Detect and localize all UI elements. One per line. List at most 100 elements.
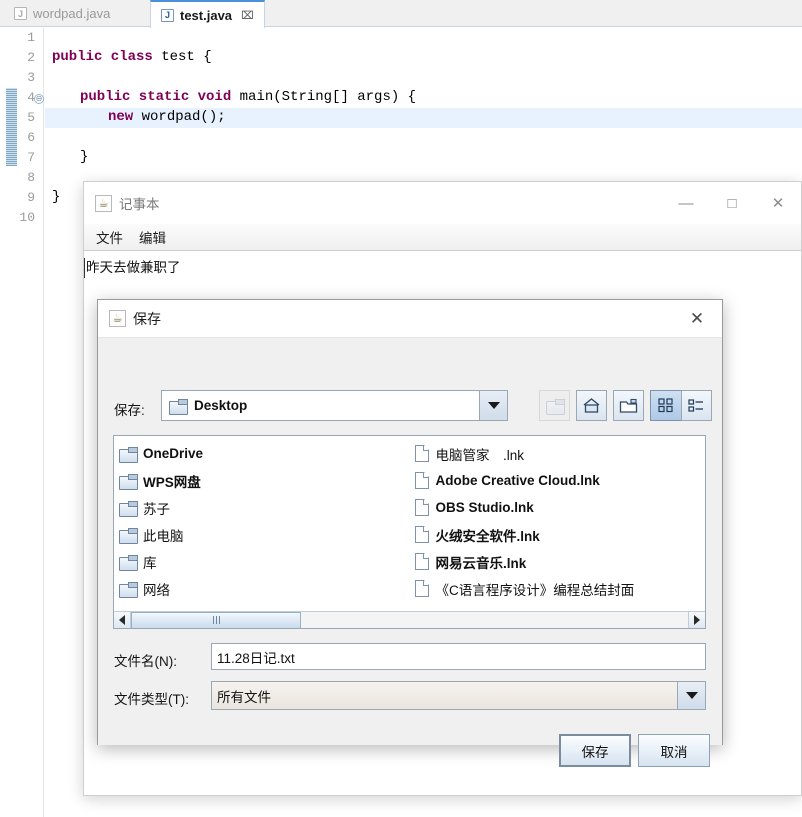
list-view-icon bbox=[688, 399, 703, 412]
editor-tabbar: J wordpad.java J test.java ⌧ bbox=[0, 0, 802, 28]
notepad-menubar: 文件 编辑 bbox=[84, 224, 801, 251]
item-label: OBS Studio.lnk bbox=[435, 500, 534, 515]
grid-view-button[interactable] bbox=[650, 390, 681, 421]
filename-label: 文件名(N): bbox=[114, 654, 177, 669]
home-icon bbox=[583, 398, 600, 413]
list-item[interactable]: 电脑管家 .lnk bbox=[410, 440, 706, 467]
line-number: 9 bbox=[27, 190, 35, 205]
code-line-2: public class test { bbox=[52, 49, 212, 65]
code-text: main(String[] args) { bbox=[231, 89, 417, 105]
editor-tab-test[interactable]: J test.java ⌧ bbox=[150, 0, 265, 28]
line-number: 6 bbox=[27, 130, 35, 145]
scrollbar-track[interactable] bbox=[131, 611, 688, 628]
item-label: Adobe Creative Cloud.lnk bbox=[435, 473, 600, 488]
folder-icon bbox=[169, 398, 188, 415]
list-item[interactable]: 苏子 bbox=[114, 494, 410, 521]
list-view-button[interactable] bbox=[681, 390, 712, 421]
horizontal-scrollbar[interactable] bbox=[114, 611, 705, 628]
maximize-icon[interactable]: □ bbox=[709, 182, 755, 224]
list-item[interactable]: OBS Studio.lnk bbox=[410, 494, 706, 521]
file-icon bbox=[414, 445, 429, 462]
list-item[interactable]: Adobe Creative Cloud.lnk bbox=[410, 467, 706, 494]
folder-icon bbox=[119, 527, 138, 544]
code-keyword: public static void bbox=[80, 89, 232, 105]
file-list-columns: OneDrive WPS网盘 苏子 此电脑 库 网络 电脑管家 .lnk Ado… bbox=[114, 436, 705, 602]
menu-item-edit[interactable]: 编辑 bbox=[139, 227, 166, 247]
editor-gutter: 1 2 3 4 5 6 7 8 9 10 ⊖ bbox=[0, 28, 44, 817]
close-icon[interactable]: ✕ bbox=[680, 300, 714, 338]
list-item[interactable]: 库 bbox=[114, 548, 410, 575]
file-list-panel[interactable]: OneDrive WPS网盘 苏子 此电脑 库 网络 电脑管家 .lnk Ado… bbox=[113, 435, 706, 629]
notepad-text-content: 昨天去做兼职了 bbox=[84, 258, 181, 278]
folder-combobox-value: Desktop bbox=[162, 398, 248, 415]
new-folder-icon bbox=[619, 398, 638, 413]
close-icon[interactable]: ✕ bbox=[755, 182, 801, 224]
save-dialog-titlebar[interactable]: ☕ 保存 ✕ bbox=[98, 300, 722, 338]
list-item[interactable]: WPS网盘 bbox=[114, 467, 410, 494]
line-number: 1 bbox=[27, 30, 35, 45]
java-file-icon: J bbox=[161, 8, 174, 22]
file-icon bbox=[414, 472, 429, 489]
chevron-down-icon[interactable] bbox=[677, 682, 705, 709]
menu-item-file[interactable]: 文件 bbox=[96, 227, 123, 247]
save-dialog[interactable]: ☕ 保存 ✕ 保存: Desktop OneDrive WPS网盘 苏子 此电脑… bbox=[97, 299, 723, 767]
filename-value: 11.28日记.txt bbox=[217, 650, 295, 666]
filename-input[interactable]: 11.28日记.txt bbox=[211, 643, 706, 670]
chevron-down-icon[interactable] bbox=[479, 391, 507, 420]
item-label: 电脑管家 .lnk bbox=[435, 447, 525, 463]
code-line-7: } bbox=[80, 149, 88, 165]
code-keyword: new bbox=[108, 109, 134, 125]
code-line-5: new wordpad(); bbox=[108, 109, 226, 125]
java-app-icon: ☕ bbox=[109, 310, 126, 327]
scroll-left-icon[interactable] bbox=[114, 611, 131, 628]
window-title: 记事本 bbox=[119, 197, 160, 212]
code-text: test { bbox=[152, 49, 212, 65]
save-button-label: 保存 bbox=[581, 744, 609, 760]
new-folder-button[interactable] bbox=[613, 390, 644, 421]
list-item[interactable]: OneDrive bbox=[114, 440, 410, 467]
save-dialog-content: 保存: Desktop OneDrive WPS网盘 苏子 此电脑 库 网络 电… bbox=[98, 338, 722, 767]
file-list-column-folders: OneDrive WPS网盘 苏子 此电脑 库 网络 bbox=[114, 440, 410, 602]
filetype-label: 文件类型(T): bbox=[114, 692, 189, 707]
filetype-combobox[interactable]: 所有文件 bbox=[211, 681, 706, 710]
line-number: 3 bbox=[27, 70, 35, 85]
editor-tab-label: test.java bbox=[180, 7, 233, 23]
folder-name: Desktop bbox=[194, 398, 248, 413]
code-line-4: public static void main(String[] args) { bbox=[80, 89, 416, 105]
item-label: 库 bbox=[143, 555, 157, 571]
scroll-right-icon[interactable] bbox=[688, 611, 705, 628]
line-number: 2 bbox=[27, 50, 35, 65]
list-item[interactable]: 火绒安全软件.lnk bbox=[410, 521, 706, 548]
file-icon bbox=[414, 499, 429, 516]
cancel-button[interactable]: 取消 bbox=[638, 734, 710, 767]
list-item[interactable]: 此电脑 bbox=[114, 521, 410, 548]
editor-tab-wordpad[interactable]: J wordpad.java bbox=[4, 0, 120, 27]
line-number: 8 bbox=[27, 170, 35, 185]
code-fold-icon[interactable]: ⊖ bbox=[34, 94, 44, 104]
file-icon bbox=[414, 526, 429, 543]
notepad-titlebar[interactable]: ☕ 记事本 — □ ✕ bbox=[84, 182, 801, 224]
file-list-column-files: 电脑管家 .lnk Adobe Creative Cloud.lnk OBS S… bbox=[410, 440, 706, 602]
folder-icon bbox=[119, 581, 138, 598]
up-folder-button[interactable] bbox=[539, 390, 570, 421]
list-item[interactable]: 网络 bbox=[114, 575, 410, 602]
home-button[interactable] bbox=[576, 390, 607, 421]
file-icon bbox=[414, 580, 429, 597]
item-label: 《C语言程序设计》编程总结封面 bbox=[435, 582, 635, 598]
folder-icon bbox=[119, 446, 138, 463]
save-button[interactable]: 保存 bbox=[559, 734, 631, 767]
folder-icon bbox=[119, 554, 138, 571]
line-number: 4 bbox=[27, 90, 35, 105]
list-item[interactable]: 《C语言程序设计》编程总结封面 bbox=[410, 575, 706, 602]
minimize-icon[interactable]: — bbox=[663, 182, 709, 224]
scrollbar-thumb[interactable] bbox=[131, 611, 301, 628]
folder-combobox[interactable]: Desktop bbox=[161, 390, 508, 421]
dialog-title: 保存 bbox=[133, 310, 161, 327]
up-folder-icon bbox=[546, 398, 565, 415]
close-icon[interactable]: ⌧ bbox=[241, 9, 254, 22]
item-label: 苏子 bbox=[143, 501, 170, 517]
line-number: 7 bbox=[27, 150, 35, 165]
folder-icon bbox=[119, 500, 138, 517]
item-label: 火绒安全软件.lnk bbox=[435, 528, 540, 544]
list-item[interactable]: 网易云音乐.lnk bbox=[410, 548, 706, 575]
